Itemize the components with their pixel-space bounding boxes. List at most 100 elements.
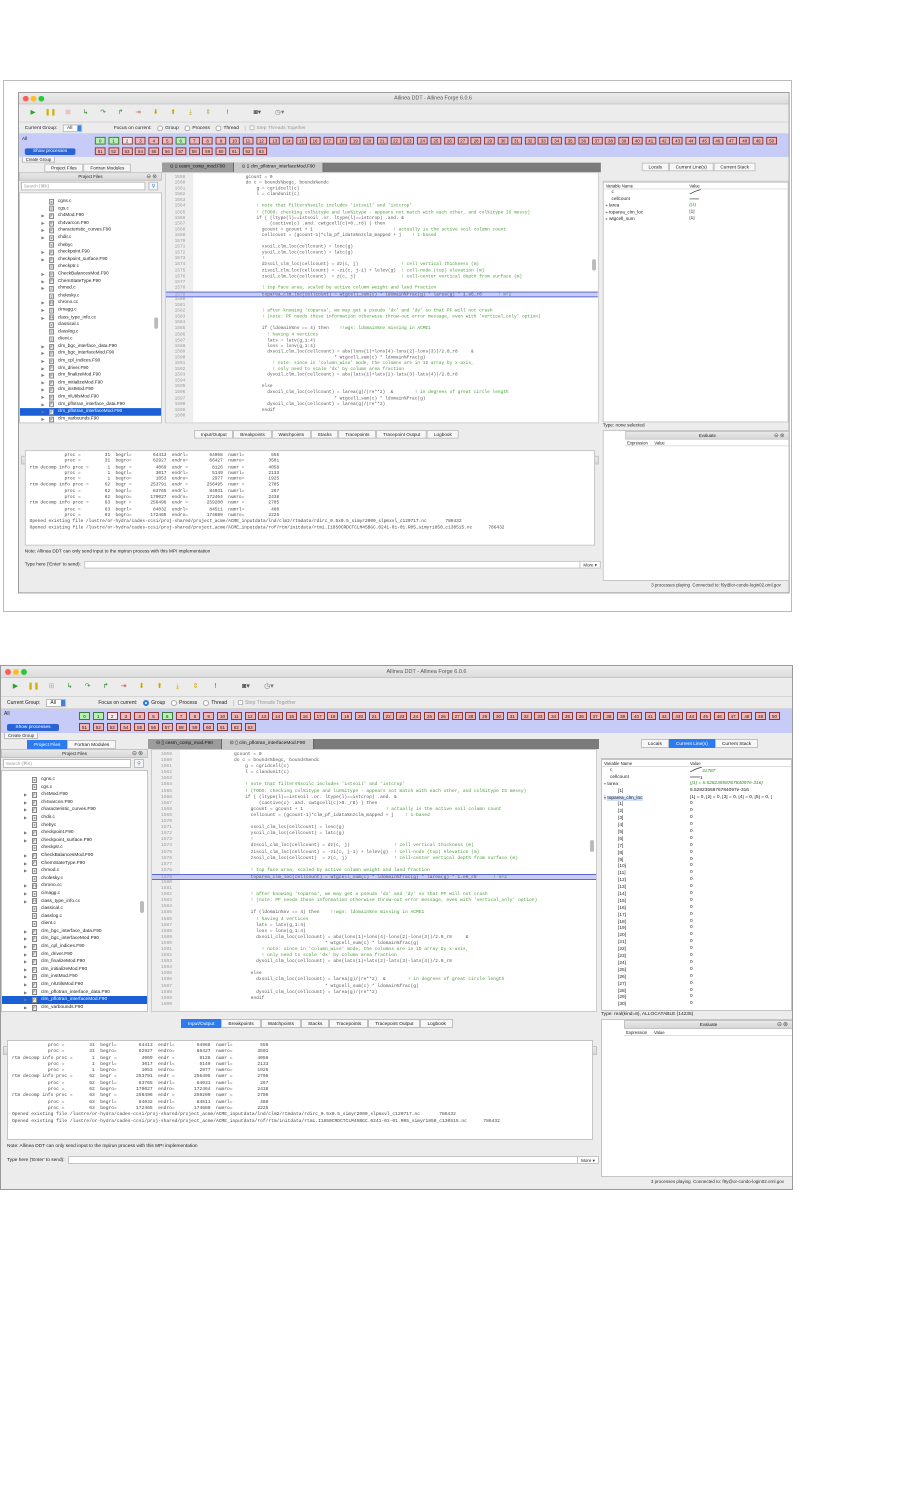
- process-box[interactable]: 22: [382, 712, 394, 720]
- file-tree-item[interactable]: ▶ Fcheckpoint.F90: [20, 249, 161, 256]
- panel-options-icon[interactable]: ⊖⊗: [777, 1022, 789, 1028]
- process-box[interactable]: 63: [244, 723, 256, 731]
- tab-logbook[interactable]: Logbook: [420, 1019, 453, 1028]
- step-into-icon[interactable]: ↳: [65, 683, 74, 691]
- variable-row[interactable]: [26] 0: [602, 974, 791, 981]
- process-box[interactable]: 57: [161, 723, 173, 731]
- process-box[interactable]: 38: [605, 136, 616, 145]
- process-box[interactable]: 51: [79, 723, 90, 731]
- create-group-tab[interactable]: Create Group: [21, 156, 56, 163]
- more-button[interactable]: More ▾: [579, 560, 601, 569]
- expand-arrow-icon[interactable]: ▶: [24, 791, 30, 799]
- process-box[interactable]: 45: [699, 136, 710, 145]
- run-to-line-icon[interactable]: ⇥: [134, 109, 143, 117]
- file-tree-item[interactable]: ▶ Fclm_varbounds.F90: [2, 1004, 147, 1011]
- file-tree-item[interactable]: ▶ Fclm_driver.F90: [2, 951, 147, 959]
- file-tree-item[interactable]: ▶ Fclm_nlUtilsMod.F90: [20, 394, 161, 401]
- file-tree-item[interactable]: c checkptr.c: [2, 844, 147, 852]
- show-processes-button[interactable]: Show processes: [7, 724, 59, 731]
- file-tree-item[interactable]: c cgns.c: [20, 198, 161, 205]
- process-box[interactable]: 8: [189, 712, 201, 720]
- current-group-select[interactable]: All: [63, 123, 83, 132]
- bottom-frame-icon[interactable]: ⤓: [186, 109, 195, 117]
- file-tree-item[interactable]: c classlog.c: [2, 913, 147, 921]
- tab-logbook[interactable]: Logbook: [427, 430, 459, 439]
- variable-row[interactable]: [23] 0: [602, 953, 791, 960]
- process-box[interactable]: 53: [121, 147, 133, 156]
- file-tree-item[interactable]: ▶ Fclm_cpl_indices.F90: [20, 358, 161, 365]
- file-tree-item[interactable]: ▶ Fcheckpoint_surface.F90: [20, 256, 161, 263]
- panel-options-icon[interactable]: ⊖⊗: [146, 174, 158, 180]
- expand-arrow-icon[interactable]: ▶: [24, 989, 30, 997]
- variable-row[interactable]: [22] 0: [602, 946, 791, 953]
- process-box[interactable]: 35: [562, 712, 573, 720]
- process-box[interactable]: 31: [511, 136, 522, 145]
- panel-options-icon[interactable]: ⊖⊗: [774, 433, 786, 439]
- process-box[interactable]: 53: [106, 723, 118, 731]
- process-box[interactable]: 27: [457, 136, 469, 145]
- process-box[interactable]: 55: [134, 723, 146, 731]
- process-box[interactable]: 42: [658, 136, 670, 145]
- process-box[interactable]: 46: [713, 712, 725, 720]
- code-line[interactable]: 1600: [152, 1002, 596, 1008]
- tab-stacks[interactable]: Stacks: [310, 430, 339, 439]
- process-box[interactable]: 40: [631, 712, 642, 720]
- tab-locals[interactable]: Locals: [641, 162, 669, 172]
- file-tree-item[interactable]: ▶ Fch4varcon.F90: [20, 220, 161, 227]
- expand-arrow-icon[interactable]: ▶: [24, 996, 30, 1004]
- tab-cesm-comp-mod[interactable]: ⊙ ▯ cesm_comp_mod.F90: [162, 162, 234, 173]
- variable-row[interactable]: [17] 0: [602, 912, 791, 919]
- process-box[interactable]: 5: [162, 136, 173, 145]
- process-box[interactable]: 54: [120, 723, 132, 731]
- expand-arrow-icon[interactable]: ▶: [41, 394, 47, 401]
- process-box[interactable]: 50: [769, 712, 780, 720]
- file-tree-item[interactable]: ▶ Fch4Mod.F90: [20, 213, 161, 220]
- process-box[interactable]: 24: [417, 136, 428, 145]
- tab-cesm-comp-mod[interactable]: ⊙ ▯ cesm_comp_mod.F90: [148, 739, 222, 749]
- file-tree-item[interactable]: ▶ Fclm_bgc_interfaceMod.F90: [2, 935, 147, 943]
- file-tree-item[interactable]: ▶ Hclass_type_info.cc: [2, 898, 147, 906]
- step-out-icon[interactable]: ↱: [116, 109, 125, 117]
- process-box[interactable]: 14: [282, 136, 294, 145]
- variable-row[interactable]: [2] 0: [602, 808, 791, 815]
- process-box[interactable]: 40: [631, 136, 643, 145]
- process-box[interactable]: 55: [148, 147, 160, 156]
- file-tree-item[interactable]: c cgs.c: [20, 205, 161, 212]
- tab-tracepoints[interactable]: Tracepoints: [329, 1019, 369, 1028]
- code-scrollbar[interactable]: [590, 840, 594, 852]
- process-box[interactable]: 60: [203, 723, 215, 731]
- clock-icon[interactable]: ◷▾: [262, 683, 276, 691]
- expand-arrow-icon[interactable]: ▶: [41, 314, 47, 321]
- step-over-icon[interactable]: ↷: [83, 683, 92, 691]
- process-box[interactable]: 17: [323, 136, 334, 145]
- step-threads-together-checkbox[interactable]: Step Threads Together: [244, 124, 306, 131]
- file-tree-item[interactable]: ▶ Fcheckpoint.F90: [2, 829, 147, 837]
- clock-icon[interactable]: ◷▾: [273, 109, 287, 117]
- process-box[interactable]: 39: [618, 136, 630, 145]
- file-tree-item[interactable]: c client.c: [2, 920, 147, 928]
- process-box[interactable]: 4: [148, 136, 160, 145]
- expand-arrow-icon[interactable]: ▶: [41, 372, 47, 379]
- process-box[interactable]: 52: [92, 723, 104, 731]
- process-box[interactable]: 42: [658, 712, 670, 720]
- snapshot-icon[interactable]: ◙▾: [251, 109, 265, 117]
- file-tree-item[interactable]: c chebyc: [2, 822, 147, 830]
- process-box[interactable]: 6: [161, 712, 173, 720]
- process-box[interactable]: 18: [336, 136, 348, 145]
- process-box[interactable]: 54: [135, 147, 146, 156]
- process-box[interactable]: 59: [202, 147, 213, 156]
- file-tree-item[interactable]: ▶ c cimagg.c: [2, 890, 147, 898]
- file-tree-item[interactable]: ▶ Fch4varcon.F90: [2, 799, 147, 807]
- tab-breakpoints[interactable]: Breakpoints: [233, 430, 272, 439]
- process-box[interactable]: 52: [108, 147, 119, 156]
- file-tree-item[interactable]: ▶ Fclm_finalizeMod.F90: [20, 372, 161, 379]
- tab-stacks[interactable]: Stacks: [300, 1019, 330, 1028]
- process-box[interactable]: 9: [215, 136, 227, 145]
- process-box[interactable]: 2: [121, 136, 133, 145]
- focus-group-radio[interactable]: Group: [157, 124, 179, 131]
- process-box[interactable]: 43: [672, 136, 683, 145]
- process-box[interactable]: 49: [752, 136, 764, 145]
- process-box[interactable]: 28: [465, 712, 477, 720]
- process-box[interactable]: 7: [188, 136, 200, 145]
- variable-row[interactable]: cellcount 1: [602, 774, 791, 781]
